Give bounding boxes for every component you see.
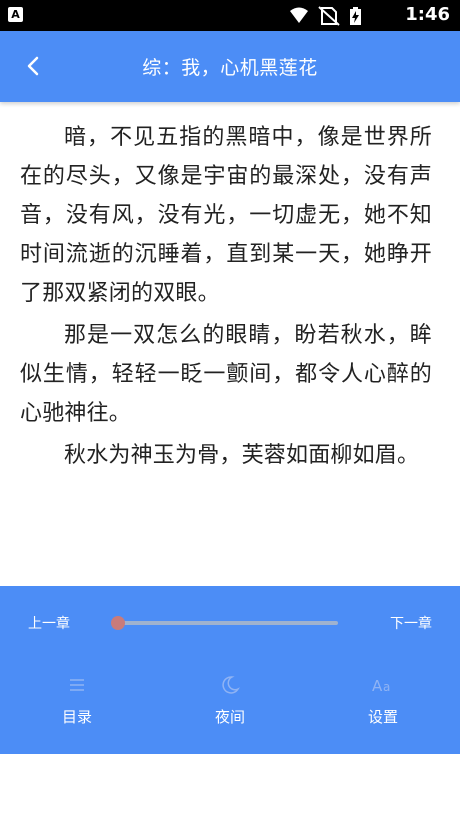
svg-text:A: A	[372, 677, 383, 695]
night-mode-label: 夜间	[214, 708, 245, 726]
notification-icon: A	[8, 7, 23, 22]
paragraph: 那是一双怎么的眼睛，盼若秋水，眸似生情，轻轻一眨一颤间，都令人心醉的心驰神往。	[20, 323, 432, 426]
list-icon	[70, 679, 84, 691]
paragraph: 暗，不见五指的黑暗中，像是世界所在的尽头，又像是宇宙的最深处，没有声音，没有风，…	[20, 125, 432, 306]
status-bar: A 1:46	[0, 0, 460, 31]
chapter-content: 暗，不见五指的黑暗中，像是世界所在的尽头，又像是宇宙的最深处，没有声音，没有风，…	[20, 118, 432, 478]
night-mode-button[interactable]: 夜间	[180, 674, 280, 734]
settings-label: 设置	[367, 708, 398, 726]
font-size-icon: A a	[372, 677, 390, 695]
status-icons	[290, 6, 361, 26]
book-title: 综：我，心机黑莲花	[142, 57, 318, 79]
paragraph: 秋水为神玉为骨，芙蓉如面柳如眉。	[64, 443, 420, 468]
reader-control-panel: 上一章 下一章 目录 夜间 A a 设置	[0, 586, 460, 754]
prev-chapter-button[interactable]: 上一章	[28, 613, 70, 633]
chapter-progress-slider[interactable]	[111, 616, 338, 630]
toc-button[interactable]: 目录	[27, 674, 127, 734]
moon-icon	[222, 676, 240, 694]
status-time: 1:46	[405, 4, 450, 25]
app-header: 综：我，心机黑莲花	[0, 31, 460, 102]
next-chapter-button[interactable]: 下一章	[390, 613, 432, 633]
no-sim-icon	[318, 6, 340, 26]
toc-label: 目录	[61, 708, 92, 726]
progress-thumb[interactable]	[111, 616, 125, 630]
wifi-icon	[290, 7, 308, 23]
settings-button[interactable]: A a 设置	[333, 674, 433, 734]
svg-text:a: a	[383, 680, 390, 694]
battery-charging-icon	[350, 7, 361, 25]
